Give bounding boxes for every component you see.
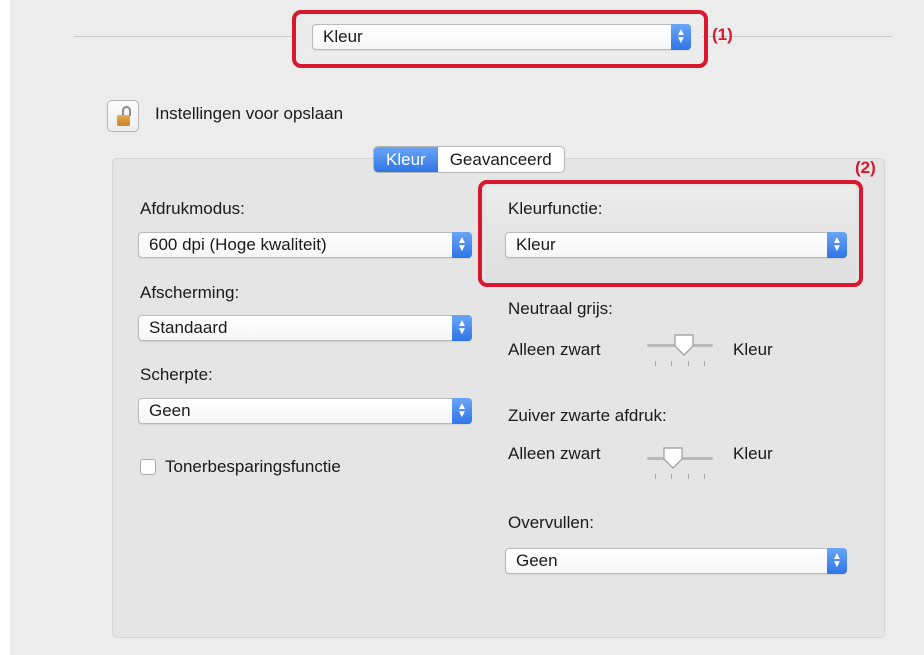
tab-geavanceerd[interactable]: Geavanceerd <box>438 147 564 172</box>
trapping-value: Geen <box>516 551 558 570</box>
updown-chevron-icon: ▲ ▼ <box>452 232 472 258</box>
screening-label: Afscherming: <box>140 283 240 302</box>
highlight-box-2 <box>478 180 863 287</box>
print-mode-label: Afdrukmodus: <box>140 199 245 218</box>
lock-icon[interactable] <box>107 100 139 132</box>
neutral-gray-left-label: Alleen zwart <box>508 340 601 359</box>
tab-bar: Kleur Geavanceerd <box>373 146 565 173</box>
sharpness-popup[interactable]: Geen ▲ ▼ <box>138 398 472 424</box>
pure-black-right-label: Kleur <box>733 444 773 463</box>
updown-chevron-icon: ▲ ▼ <box>452 398 472 424</box>
separator-left <box>74 36 296 37</box>
trapping-popup[interactable]: Geen ▲ ▼ <box>505 548 847 574</box>
print-mode-popup[interactable]: 600 dpi (Hoge kwaliteit) ▲ ▼ <box>138 232 472 258</box>
trapping-label: Overvullen: <box>508 513 594 532</box>
pure-black-label: Zuiver zwarte afdruk: <box>508 406 667 425</box>
neutral-gray-label: Neutraal grijs: <box>508 299 613 318</box>
neutral-gray-right-label: Kleur <box>733 340 773 359</box>
screening-popup[interactable]: Standaard ▲ ▼ <box>138 315 472 341</box>
slider-thumb[interactable] <box>673 333 695 357</box>
screening-value: Standaard <box>149 318 228 337</box>
neutral-gray-slider[interactable] <box>647 333 713 366</box>
updown-chevron-icon: ▲ ▼ <box>452 315 472 341</box>
slider-thumb[interactable] <box>662 446 684 470</box>
pure-black-left-label: Alleen zwart <box>508 444 601 463</box>
annotation-2: (2) <box>855 158 876 177</box>
save-settings-label: Instellingen voor opslaan <box>155 104 344 123</box>
pure-black-slider[interactable] <box>647 446 713 479</box>
tab-kleur[interactable]: Kleur <box>374 147 438 172</box>
annotation-1: (1) <box>712 25 733 44</box>
toner-save-checkbox[interactable] <box>140 459 156 475</box>
highlight-box-1 <box>292 10 708 68</box>
sharpness-value: Geen <box>149 401 191 420</box>
sharpness-label: Scherpte: <box>140 365 213 384</box>
updown-chevron-icon: ▲ ▼ <box>827 548 847 574</box>
print-mode-value: 600 dpi (Hoge kwaliteit) <box>149 235 327 254</box>
toner-save-label: Tonerbesparingsfunctie <box>165 457 341 476</box>
